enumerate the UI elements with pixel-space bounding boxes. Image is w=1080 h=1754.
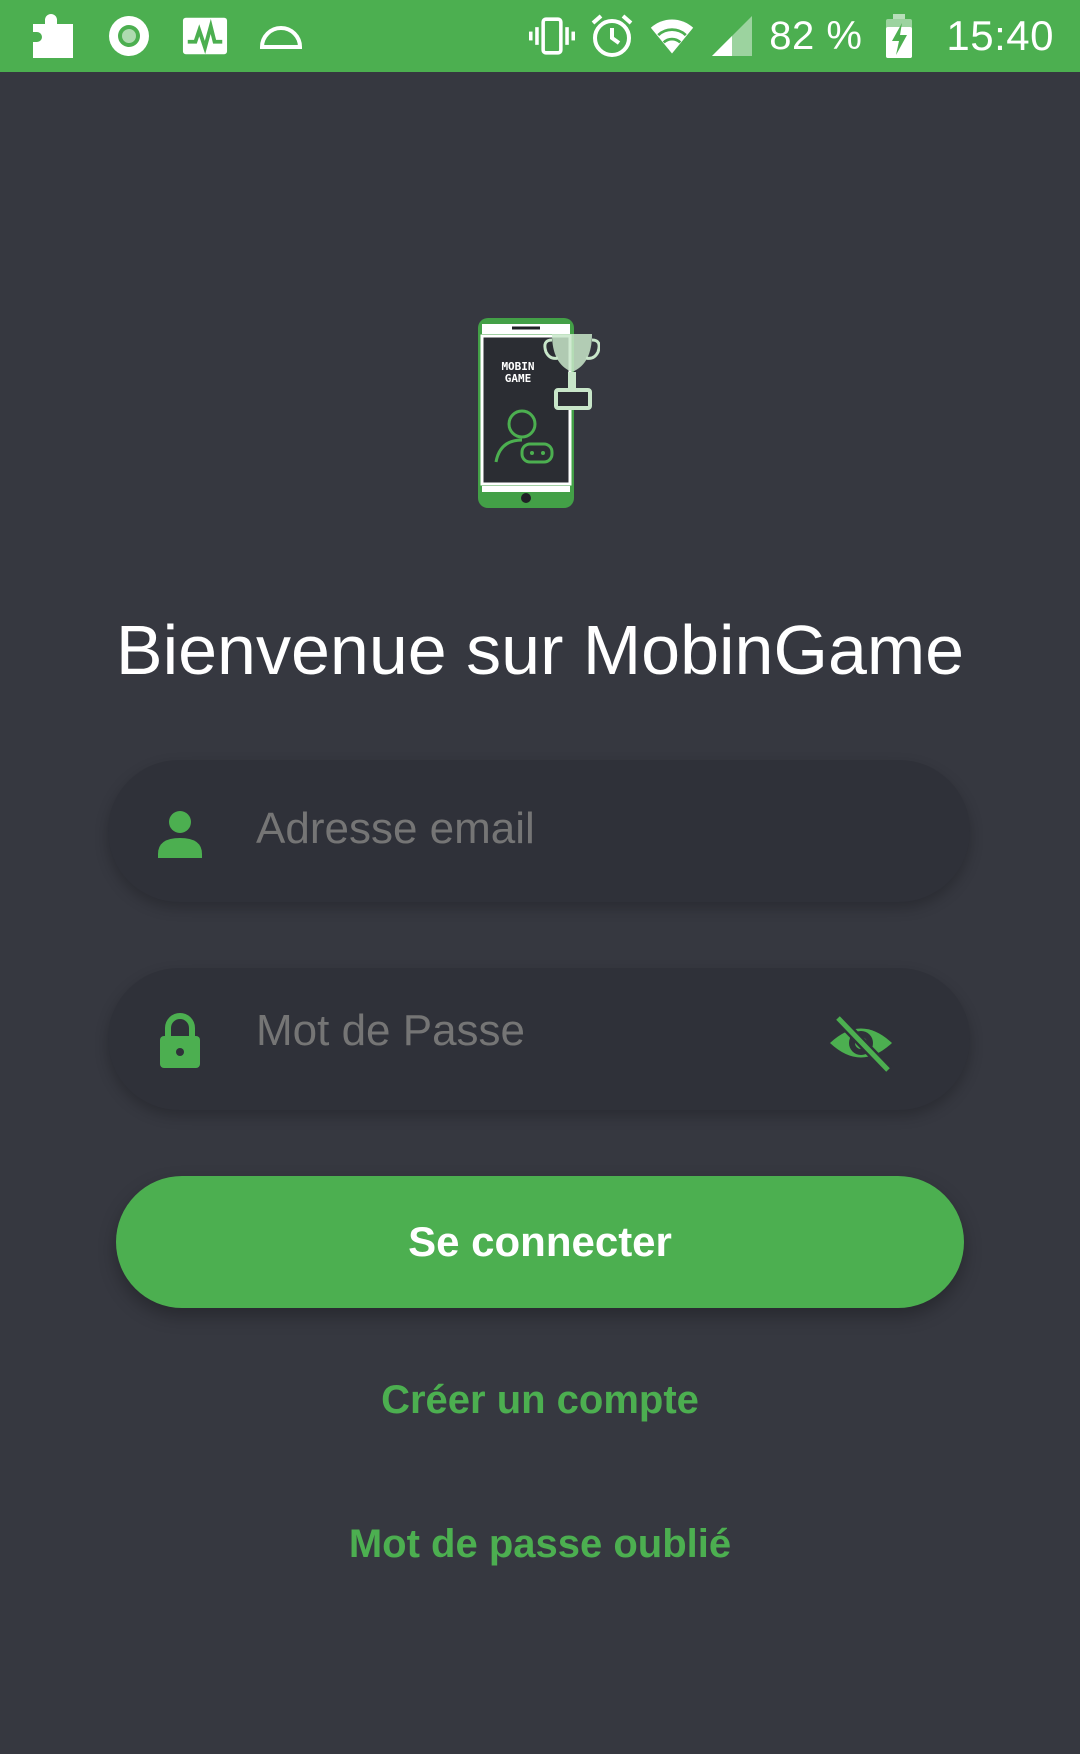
alarm-icon	[589, 13, 635, 59]
create-account-link[interactable]: Créer un compte	[0, 1378, 1080, 1423]
battery-charging-icon	[876, 13, 922, 59]
login-button[interactable]: Se connecter	[116, 1176, 964, 1308]
vibrate-icon	[529, 13, 576, 59]
welcome-title: Bienvenue sur MobinGame	[115, 611, 965, 689]
wifi-icon	[649, 13, 695, 59]
status-bar-left	[30, 0, 304, 72]
lock-icon	[152, 1010, 208, 1070]
record-icon	[106, 13, 152, 59]
password-field[interactable]	[108, 968, 970, 1110]
app-logo: MOBIN GAME	[470, 312, 601, 512]
half-circle-icon	[258, 13, 304, 59]
cell-signal-icon	[709, 13, 755, 59]
email-input[interactable]	[256, 804, 816, 854]
person-icon	[152, 802, 208, 862]
forgot-password-link[interactable]: Mot de passe oublié	[0, 1522, 1080, 1567]
activity-chart-icon	[182, 13, 228, 59]
logo-text-line2: GAME	[505, 372, 532, 385]
eye-off-icon[interactable]	[826, 1012, 896, 1074]
email-field[interactable]	[108, 760, 970, 902]
status-bar-right: 82 % 15:40	[529, 0, 1054, 72]
puzzle-icon	[30, 13, 76, 59]
status-bar: 82 % 15:40	[0, 0, 1080, 72]
password-input[interactable]	[256, 1006, 816, 1056]
clock: 15:40	[946, 12, 1054, 59]
battery-percent: 82 %	[769, 13, 863, 58]
